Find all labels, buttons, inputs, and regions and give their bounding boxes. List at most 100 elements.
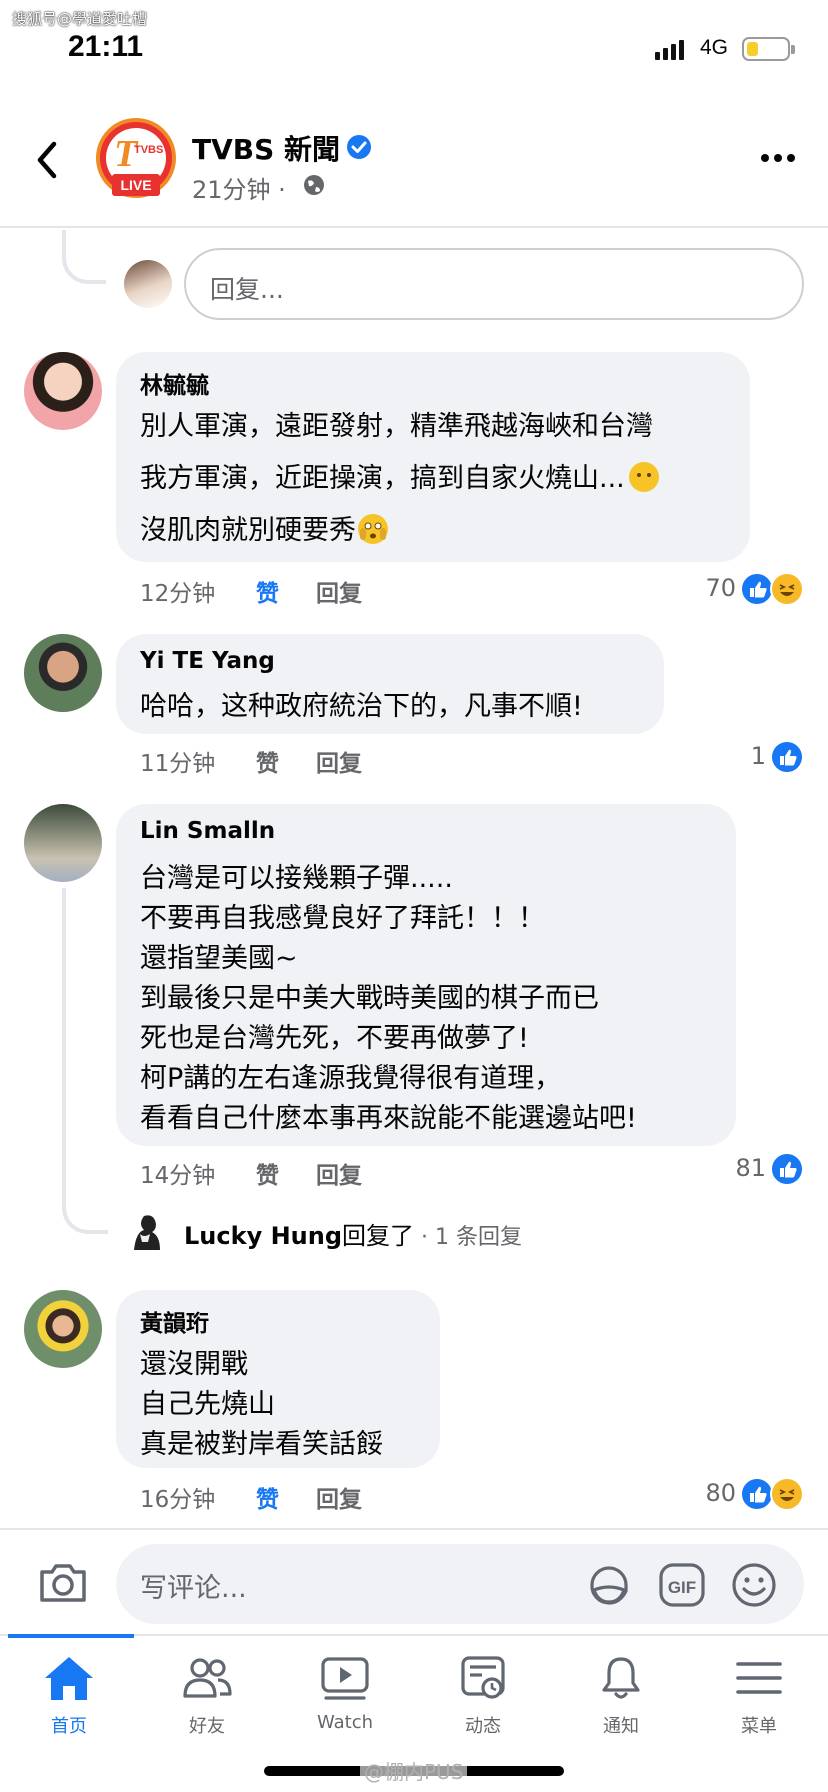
comment-text: 我方軍演，近距操演，搞到自家火燒山...: [140, 463, 625, 494]
battery-icon: [742, 37, 795, 61]
comment-time: 11分钟: [140, 751, 216, 777]
tab-label: Watch: [316, 1712, 374, 1733]
reaction-count: 80: [705, 1479, 736, 1507]
commenter-avatar[interactable]: [24, 634, 102, 712]
gif-icon[interactable]: GIF: [658, 1562, 706, 1608]
reply-author-avatar[interactable]: [126, 1212, 166, 1252]
haha-reaction-icon: [770, 1477, 804, 1511]
comment-input[interactable]: 写评论... GIF: [116, 1544, 804, 1624]
like-button[interactable]: 赞: [256, 1156, 279, 1190]
tab-menu[interactable]: 菜单: [690, 1654, 828, 1764]
like-reaction-icon: [740, 572, 774, 606]
reaction-summary[interactable]: 1: [706, 740, 806, 774]
thread-connector: [62, 888, 66, 1198]
comment-text: 還指望美國~: [140, 943, 298, 974]
like-button[interactable]: 赞: [256, 744, 279, 778]
reply-author-name: Lucky Hung: [184, 1222, 343, 1250]
tab-label: 首页: [51, 1716, 87, 1737]
page-avatar-sub: TVBS: [134, 144, 164, 156]
status-time: 21:11: [68, 30, 144, 63]
watermark: @棚内PUS: [360, 1756, 468, 1785]
reply-input-placeholder: 回复...: [210, 275, 284, 304]
commenter-avatar[interactable]: [24, 352, 102, 430]
comment-meta: 11分钟 赞 回复: [140, 744, 800, 778]
comment-text: 自己先燒山: [140, 1389, 275, 1420]
reply-button[interactable]: 回复: [316, 1480, 362, 1514]
thread-connector: [62, 1190, 108, 1234]
commenter-avatar[interactable]: [24, 1290, 102, 1368]
emoji-icon[interactable]: [730, 1561, 778, 1609]
menu-icon: [736, 1662, 782, 1694]
like-button[interactable]: 赞: [256, 574, 279, 608]
post-time: 21分钟 ·: [192, 176, 286, 204]
comment-text: 沒肌肉就別硬要秀: [140, 515, 356, 546]
bell-icon: [602, 1657, 640, 1699]
comment-bubble: Yi TE Yang 哈哈，这种政府統治下的，凡事不順!: [116, 634, 664, 734]
comment-text: 哈哈，这种政府統治下的，凡事不順!: [140, 691, 583, 722]
replies-summary[interactable]: Lucky Hung回复了 · 1 条回复: [184, 1216, 522, 1251]
tab-label: 通知: [603, 1716, 639, 1737]
commenter-name[interactable]: Yi TE Yang: [140, 648, 275, 674]
camera-icon[interactable]: [38, 1560, 88, 1604]
reaction-count: 1: [750, 742, 766, 770]
sticker-icon[interactable]: [586, 1562, 632, 1608]
reply-count: · 1 条回复: [414, 1225, 522, 1250]
tab-home[interactable]: 首页: [0, 1654, 138, 1764]
comment-text: 柯P講的左右逢源我覺得很有道理，: [140, 1063, 562, 1094]
comment-time: 14分钟: [140, 1163, 216, 1189]
back-arrow-icon[interactable]: [32, 140, 62, 180]
comment-bubble: 林毓毓 別人軍演，遠距發射，精準飛越海峽和台灣 我方軍演，近距操演，搞到自家火燒…: [116, 352, 750, 562]
signal-icon: [655, 40, 684, 60]
reply-button[interactable]: 回复: [316, 1156, 362, 1190]
commenter-avatar[interactable]: [24, 804, 102, 882]
replied-label: 回复了: [342, 1222, 415, 1250]
more-options-icon[interactable]: [760, 152, 796, 164]
page-name[interactable]: TVBS 新聞: [192, 128, 340, 168]
commenter-name[interactable]: Lin Smalln: [140, 818, 275, 844]
active-tab-indicator: [8, 1634, 134, 1638]
commenter-name[interactable]: 林毓毓: [140, 366, 209, 400]
reply-button[interactable]: 回复: [316, 744, 362, 778]
globe-icon: [304, 175, 324, 195]
reply-input[interactable]: 回复...: [184, 248, 804, 320]
live-badge: LIVE: [112, 174, 160, 196]
comment-composer: 写评论... GIF: [0, 1528, 828, 1634]
battery-fill: [747, 42, 758, 56]
comment-meta: 14分钟 赞 回复: [140, 1156, 800, 1190]
reaction-count: 81: [735, 1154, 766, 1182]
tab-notifications[interactable]: 通知: [552, 1654, 690, 1764]
reply-button[interactable]: 回复: [316, 574, 362, 608]
comment-text: 死也是台灣先死，不要再做夢了!: [140, 1023, 529, 1054]
comment-text: 真是被對岸看笑話餒: [140, 1429, 383, 1460]
reaction-summary[interactable]: 70: [676, 572, 806, 606]
haha-reaction-icon: [770, 572, 804, 606]
tab-label: 菜单: [741, 1716, 777, 1737]
friends-icon: [183, 1658, 232, 1698]
comment-text: 台灣是可以接幾顆子彈.....: [140, 863, 453, 894]
reaction-summary[interactable]: 80: [676, 1477, 806, 1511]
post-header: T TVBS LIVE TVBS 新聞 21分钟 ·: [0, 100, 828, 228]
commenter-name[interactable]: 黃韻珩: [140, 1304, 209, 1338]
comment-input-placeholder: 写评论...: [140, 1573, 247, 1604]
comment-time: 16分钟: [140, 1487, 216, 1513]
tab-friends[interactable]: 好友: [138, 1654, 276, 1764]
watch-icon: [321, 1657, 369, 1700]
like-reaction-icon: [740, 1477, 774, 1511]
tab-feed[interactable]: 动态: [414, 1654, 552, 1764]
user-avatar: [124, 260, 172, 308]
network-type: 4G: [700, 36, 729, 59]
feed-icon: [461, 1656, 505, 1699]
neutral-face-emoji-icon: [628, 462, 659, 492]
like-reaction-icon: [770, 1152, 804, 1186]
home-icon: [45, 1657, 93, 1700]
like-button[interactable]: 赞: [256, 1480, 279, 1514]
reaction-summary[interactable]: 81: [706, 1152, 806, 1186]
comment-text: 到最後只是中美大戰時美國的棋子而已: [140, 983, 599, 1014]
comment-text: 別人軍演，遠距發射，精準飛越海峽和台灣: [140, 411, 653, 442]
tab-watch[interactable]: Watch: [276, 1654, 414, 1764]
comment-text: 看看自己什麼本事再來說能不能選邊站吧!: [140, 1103, 637, 1134]
thread-connector: [62, 230, 106, 284]
gif-label: GIF: [668, 1578, 696, 1597]
comment-bubble: Lin Smalln 台灣是可以接幾顆子彈..... 不要再自我感覺良好了拜託！…: [116, 804, 736, 1146]
verified-badge-icon: [347, 135, 371, 159]
